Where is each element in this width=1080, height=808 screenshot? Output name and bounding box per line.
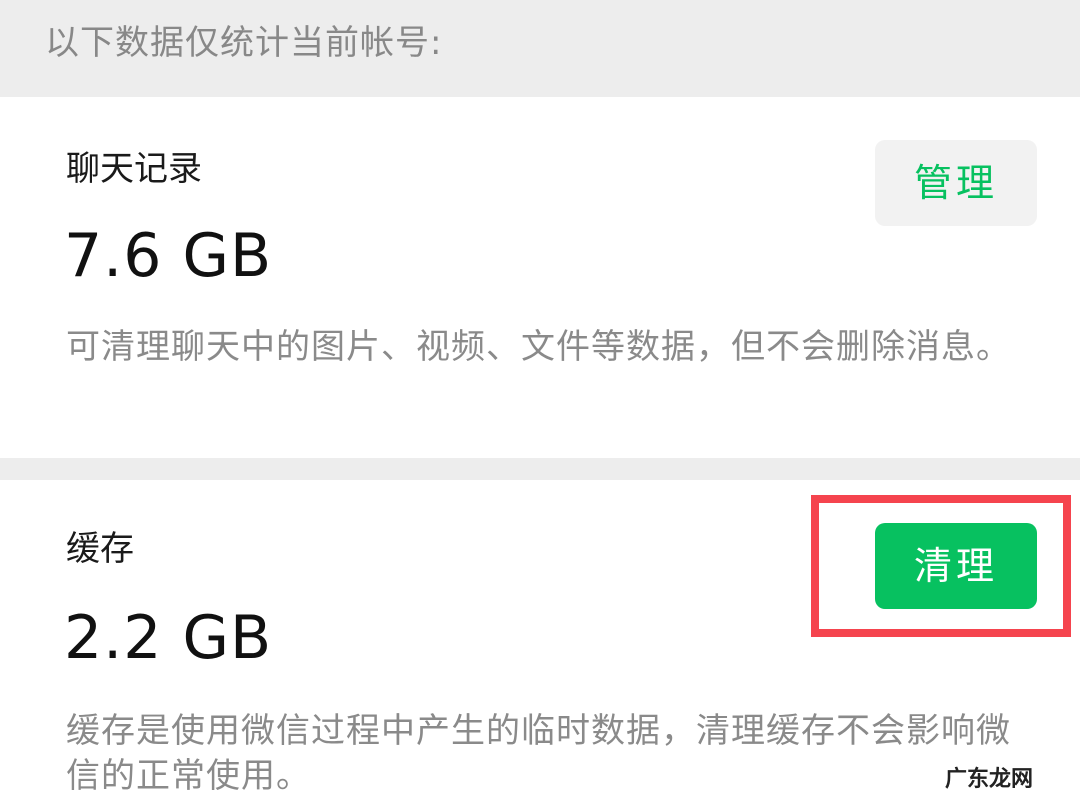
manage-button[interactable]: 管理 [875, 140, 1037, 226]
chat-history-description: 可清理聊天中的图片、视频、文件等数据，但不会删除消息。 [66, 327, 1011, 367]
chat-history-size: 7.6 GB [64, 221, 273, 291]
clean-cache-button[interactable]: 清理 [875, 523, 1037, 609]
storage-header: 以下数据仅统计当前帐号: [0, 0, 1080, 97]
cache-description: 缓存是使用微信过程中产生的临时数据，清理缓存不会影响微信的正常使用。 [66, 711, 1011, 796]
cache-size: 2.2 GB [64, 603, 273, 673]
chat-history-section: 聊天记录 7.6 GB 可清理聊天中的图片、视频、文件等数据，但不会删除消息。 … [0, 97, 1080, 458]
chat-history-title: 聊天记录 [66, 149, 202, 189]
storage-scope-note: 以下数据仅统计当前帐号: [45, 23, 443, 63]
cache-section: 缓存 2.2 GB 缓存是使用微信过程中产生的临时数据，清理缓存不会影响微信的正… [0, 480, 1080, 808]
site-watermark: 广东龙网 [945, 766, 1034, 792]
cache-title: 缓存 [66, 529, 134, 569]
